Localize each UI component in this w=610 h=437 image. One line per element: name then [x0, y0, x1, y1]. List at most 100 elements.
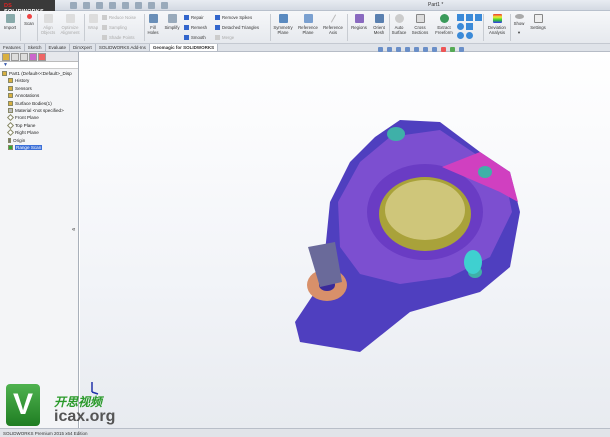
reduce-noise-icon: [102, 15, 107, 21]
scan-button[interactable]: Scan: [22, 14, 36, 26]
tree-item-history[interactable]: History: [0, 77, 78, 84]
deviation-analysis-button[interactable]: Deviation Analysis: [485, 14, 509, 35]
detached-triangles-icon: [215, 25, 220, 31]
remesh-button[interactable]: Remesh: [184, 25, 207, 31]
status-bar: SOLIDWORKS Premium 2015 x64 Edition: [0, 428, 610, 437]
smooth-icon: [184, 35, 189, 41]
sampling-icon: [102, 25, 107, 31]
bolt-hole: [387, 127, 405, 141]
align-objects-button[interactable]: Align Objects: [38, 14, 58, 35]
tree-item-top-plane[interactable]: Top Plane: [0, 121, 78, 129]
shade-points-button[interactable]: Shade Points: [102, 35, 135, 41]
surface-bodies-icon: [8, 100, 13, 106]
reference-plane-button[interactable]: Reference Plane: [296, 14, 320, 35]
reference-axis-button[interactable]: Reference Axis: [321, 14, 345, 35]
tree-item-origin[interactable]: Origin: [0, 137, 78, 144]
title-bar: DS SOLIDWORKS Part1 *: [0, 0, 610, 15]
tree-item-sensors[interactable]: Sensors: [0, 85, 78, 92]
settings-button[interactable]: Settings: [528, 14, 548, 30]
solidworks-logo[interactable]: DS SOLIDWORKS: [0, 0, 55, 15]
dimxpert-icon[interactable]: [29, 53, 37, 61]
remesh-icon: [184, 25, 189, 31]
regions-button[interactable]: Regions: [349, 14, 369, 30]
plane-icon: [6, 129, 15, 137]
align-icon: [43, 14, 53, 23]
orient-mesh-button[interactable]: Orient Mesh: [370, 14, 388, 35]
box-icon[interactable]: [466, 14, 473, 21]
smooth-button[interactable]: Smooth: [184, 35, 206, 41]
graphics-viewport[interactable]: [80, 47, 610, 428]
undo-icon[interactable]: [122, 2, 129, 9]
sphere-icon[interactable]: [466, 32, 473, 39]
options-icon[interactable]: [161, 2, 168, 9]
quick-access-toolbar: [70, 2, 168, 9]
tree-item-right-plane[interactable]: Right Plane: [0, 129, 78, 137]
print-icon[interactable]: [109, 2, 116, 9]
scanned-part-model[interactable]: [80, 52, 610, 428]
reference-plane-icon: [303, 14, 313, 23]
optimize-alignment-button[interactable]: Optimize Alignment: [58, 14, 82, 35]
tree-item-part[interactable]: Part1 (Default<<Default>_Disp: [0, 70, 78, 77]
simplify-button[interactable]: Simplify: [162, 14, 182, 30]
save-icon[interactable]: [96, 2, 103, 9]
merge-icon: [215, 35, 220, 41]
show-button[interactable]: Show ▾: [512, 14, 526, 35]
filter-icon[interactable]: ▼: [0, 62, 78, 69]
tree-item-front-plane[interactable]: Front Plane: [0, 114, 78, 122]
bolt-hole: [478, 166, 492, 178]
fill-holes-icon: [148, 14, 158, 23]
rebuild-icon[interactable]: [148, 2, 155, 9]
tab-sketch[interactable]: Sketch: [25, 44, 46, 51]
detached-triangles-button[interactable]: Detached Triangles: [215, 25, 259, 31]
tab-addins[interactable]: SOLIDWORKS Add-Ins: [96, 44, 150, 51]
remove-spikes-button[interactable]: Remove Spikes: [215, 15, 252, 21]
feature-manager-panel: ▼ Part1 (Default<<Default>_Disp History …: [0, 52, 79, 428]
auto-surface-button[interactable]: Auto Surface: [390, 14, 408, 35]
symmetry-plane-button[interactable]: Symmetry Plane: [271, 14, 295, 35]
repair-button[interactable]: Repair: [184, 15, 204, 21]
wrap-icon: [88, 14, 98, 23]
cone-icon[interactable]: [466, 23, 473, 30]
reduce-noise-button[interactable]: Reduce Noise: [102, 15, 136, 21]
import-button[interactable]: Import: [2, 14, 18, 30]
merge-button[interactable]: Merge: [215, 35, 234, 41]
feature-tree-icon[interactable]: [2, 53, 10, 61]
configuration-icon[interactable]: [20, 53, 28, 61]
tree-item-surface-bodies[interactable]: Surface Bodies(1): [0, 100, 78, 107]
document-title: Part1 *: [428, 2, 444, 8]
display-manager-icon[interactable]: [38, 53, 46, 61]
cylinder-icon[interactable]: [457, 23, 464, 30]
tree-item-material[interactable]: Material <not specified>: [0, 107, 78, 114]
tab-geomagic[interactable]: Geomagic for SOLIDWORKS: [149, 44, 219, 51]
watermark-text-en: icax.org: [54, 408, 116, 425]
plane-icon[interactable]: [457, 14, 464, 21]
fill-holes-button[interactable]: Fill Holes: [146, 14, 160, 35]
open-icon[interactable]: [83, 2, 90, 9]
wrap-button[interactable]: Wrap: [86, 14, 100, 30]
sampling-button[interactable]: Sampling: [102, 25, 127, 31]
annotation-icon: [8, 93, 13, 99]
tab-features[interactable]: Features: [0, 44, 25, 51]
collapse-panel-icon[interactable]: «: [72, 227, 75, 233]
command-manager: Import Scan Align Objects Optimize Align…: [0, 11, 610, 44]
range-scan-icon: [8, 144, 13, 150]
tab-evaluate[interactable]: Evaluate: [46, 44, 71, 51]
extrude-icon[interactable]: [475, 14, 482, 21]
panel-tabs: [0, 52, 78, 62]
select-icon[interactable]: [135, 2, 142, 9]
folder-icon: [8, 78, 13, 84]
cross-sections-button[interactable]: Cross Sections: [409, 14, 431, 35]
deviation-analysis-icon: [492, 14, 502, 23]
property-manager-icon[interactable]: [11, 53, 19, 61]
tree-item-annotations[interactable]: Annotations: [0, 92, 78, 99]
eye-icon: [514, 14, 524, 19]
watermark-logo: V: [6, 384, 40, 426]
torus-icon[interactable]: [457, 32, 464, 39]
extract-freeform-button[interactable]: Extract Freeform: [432, 14, 456, 35]
tree-item-range-scan[interactable]: Range Scan: [0, 144, 78, 151]
remove-spikes-icon: [215, 15, 220, 21]
shade-points-icon: [102, 35, 107, 41]
reference-axis-icon: [330, 14, 336, 23]
new-icon[interactable]: [70, 2, 77, 9]
tab-dimxpert[interactable]: DimXpert: [70, 44, 96, 51]
